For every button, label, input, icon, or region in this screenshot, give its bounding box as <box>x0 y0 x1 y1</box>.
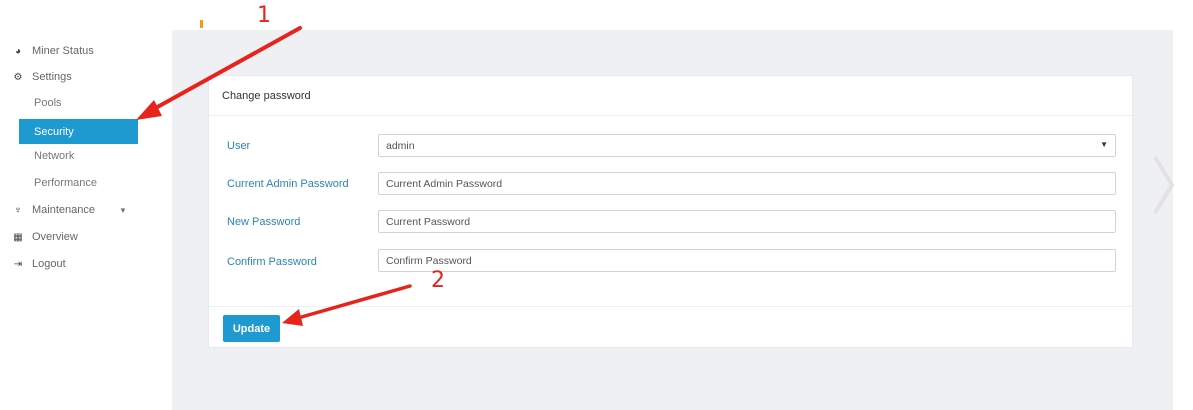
sign-out-icon: ⇥ <box>13 258 23 270</box>
sidebar-item-network[interactable]: Network <box>34 147 74 165</box>
user-label: User <box>227 140 251 152</box>
sidebar-item-pools[interactable]: Pools <box>34 94 62 112</box>
sidebar-item-settings[interactable]: ⚙ Settings <box>12 68 72 86</box>
sidebar-item-miner-status[interactable]: ◕ Miner Status <box>12 42 94 60</box>
current-admin-password-input[interactable]: Current Admin Password <box>378 172 1116 195</box>
user-select-value: admin <box>386 139 415 152</box>
sidebar-item-label: Maintenance <box>32 204 95 216</box>
next-chevron-icon[interactable] <box>1152 155 1176 215</box>
sidebar-item-security[interactable]: Security <box>19 119 138 144</box>
update-button[interactable]: Update <box>223 315 280 342</box>
sidebar-item-performance[interactable]: Performance <box>34 174 97 192</box>
sidebar-item-label: Overview <box>32 231 78 243</box>
sidebar-item-label: Settings <box>32 71 72 83</box>
sidebar-item-overview[interactable]: ▦ Overview <box>12 228 78 246</box>
sidebar: ◕ Miner Status ⚙ Settings Pools Security… <box>0 0 172 410</box>
annotation-number-1: 1 <box>257 3 271 28</box>
current-admin-password-label: Current Admin Password <box>227 178 349 190</box>
new-password-label: New Password <box>227 216 301 228</box>
list-icon: ▦ <box>13 231 23 243</box>
cogs-icon: ⚙ <box>13 71 23 83</box>
confirm-password-label: Confirm Password <box>227 256 317 268</box>
accent-mark <box>200 20 203 28</box>
sidebar-item-logout[interactable]: ⇥ Logout <box>12 255 66 273</box>
chevron-down-icon: ▼ <box>1100 140 1108 149</box>
annotation-number-2: 2 <box>431 268 445 293</box>
sidebar-item-label: Logout <box>32 258 66 270</box>
user-select[interactable]: admin ▼ <box>378 134 1116 157</box>
panel-title: Change password <box>209 76 1132 116</box>
change-password-panel: Change password User admin ▼ Current Adm… <box>208 75 1133 348</box>
dashboard-icon: ◕ <box>14 45 22 57</box>
plug-icon: ♆ <box>14 204 22 216</box>
chevron-down-icon: ▼ <box>119 206 127 215</box>
confirm-password-input[interactable]: Confirm Password <box>378 249 1116 272</box>
sidebar-item-maintenance[interactable]: ♆ Maintenance <box>12 201 95 219</box>
footer-divider <box>209 306 1132 307</box>
new-password-input[interactable]: Current Password <box>378 210 1116 233</box>
sidebar-item-label: Miner Status <box>32 45 94 57</box>
